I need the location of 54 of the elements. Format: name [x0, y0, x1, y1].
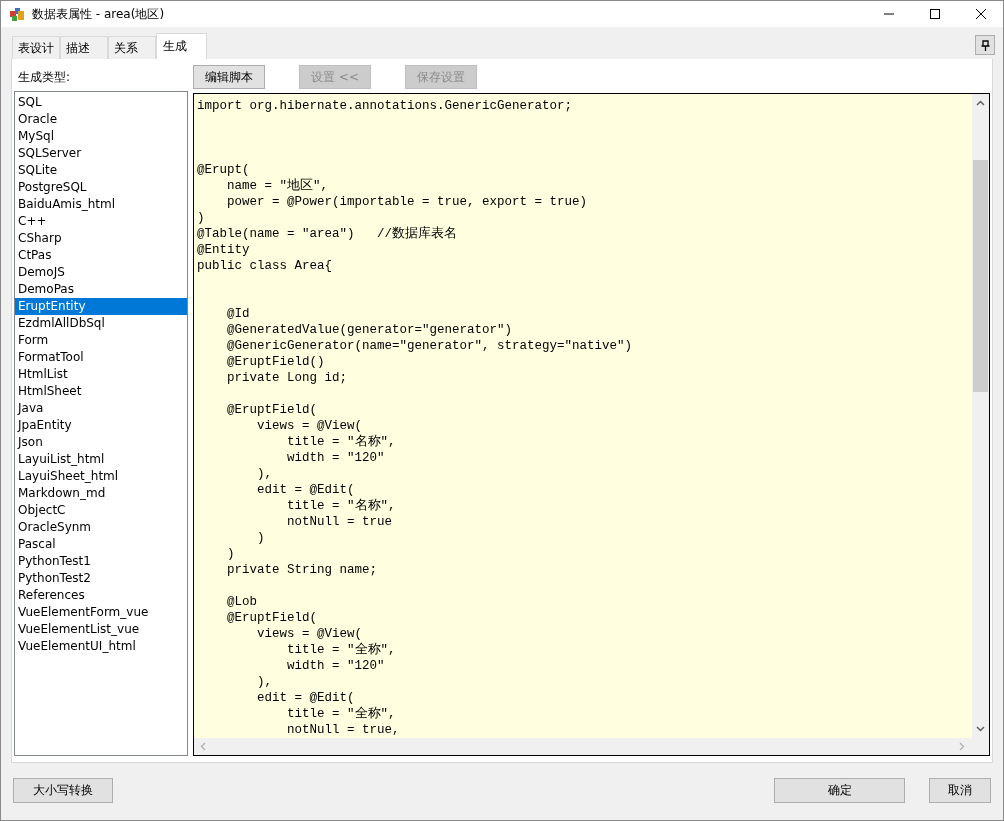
list-item[interactable]: Json [15, 434, 187, 451]
scroll-up-icon[interactable] [976, 100, 985, 106]
app-icon [9, 6, 25, 22]
tab[interactable]: 描述 [60, 36, 108, 59]
list-label: 生成类型: [17, 69, 72, 86]
scroll-down-icon[interactable] [976, 726, 985, 732]
vertical-scrollbar[interactable] [972, 94, 989, 738]
list-item[interactable]: JpaEntity [15, 417, 187, 434]
tab[interactable]: 生成 [156, 33, 207, 59]
list-item[interactable]: PythonTest2 [15, 570, 187, 587]
list-item[interactable]: ObjectC [15, 502, 187, 519]
list-item[interactable]: Markdown_md [15, 485, 187, 502]
list-item[interactable]: FormatTool [15, 349, 187, 366]
close-icon[interactable] [975, 8, 987, 20]
tab[interactable]: 表设计 [12, 36, 60, 59]
toolbar-button[interactable]: 编辑脚本 [193, 65, 265, 89]
list-item[interactable]: Oracle [15, 111, 187, 128]
list-item[interactable]: SQLServer [15, 145, 187, 162]
tab[interactable]: 关系 [108, 36, 156, 59]
list-item[interactable]: EruptEntity [15, 298, 187, 315]
list-item[interactable]: VueElementUI_html [15, 638, 187, 655]
maximize-icon[interactable] [929, 8, 941, 20]
list-item[interactable]: HtmlList [15, 366, 187, 383]
case-convert-button[interactable]: 大小写转换 [13, 778, 113, 803]
list-item[interactable]: OracleSynm [15, 519, 187, 536]
list-item[interactable]: Form [15, 332, 187, 349]
list-item[interactable]: Java [15, 400, 187, 417]
code-text: import org.hibernate.annotations.GenericGenerator; @Erupt( name = "地区", power = @Power(importable = true, export = true) ) @Table(name = "area") //数据库表名 @Entity public class Area{ @Id @GeneratedValue(generator="generator") @GenericGenerator(name="generator", strategy="native") @EruptField() private Long id; @EruptField( views = @View( title = "名称", width = "120" ), edit = @Edit( title = "名称", notNull = true ) ) private String name; @Lob @EruptField( views = @View( title = "全称", width = "120" ), edit = @Edit( title = "全称", notNull = true, [196, 98, 634, 738]
list-item[interactable]: MySql [15, 128, 187, 145]
cancel-button[interactable]: 取消 [929, 778, 991, 803]
ok-button[interactable]: 确定 [774, 778, 905, 803]
list-item[interactable]: LayuiSheet_html [15, 468, 187, 485]
list-item[interactable]: VueElementForm_vue [15, 604, 187, 621]
list-item[interactable]: References [15, 587, 187, 604]
list-item[interactable]: DemoJS [15, 264, 187, 281]
list-item[interactable]: PythonTest1 [15, 553, 187, 570]
list-item[interactable]: SQL [15, 94, 187, 111]
list-item[interactable]: BaiduAmis_html [15, 196, 187, 213]
list-item[interactable]: EzdmlAllDbSql [15, 315, 187, 332]
window-title: 数据表属性 - area(地区) [32, 5, 165, 23]
list-item[interactable]: CSharp [15, 230, 187, 247]
list-item[interactable]: PostgreSQL [15, 179, 187, 196]
list-item[interactable]: DemoPas [15, 281, 187, 298]
pin-icon [980, 39, 990, 51]
list-item[interactable]: VueElementList_vue [15, 621, 187, 638]
list-item[interactable]: C++ [15, 213, 187, 230]
list-item[interactable]: Pascal [15, 536, 187, 553]
list-item[interactable]: LayuiList_html [15, 451, 187, 468]
scroll-thumb[interactable] [973, 160, 988, 392]
list-item[interactable]: HtmlSheet [15, 383, 187, 400]
list-item[interactable]: SQLite [15, 162, 187, 179]
pin-button[interactable] [975, 35, 995, 55]
list-item[interactable]: CtPas [15, 247, 187, 264]
code-editor[interactable] [193, 93, 990, 756]
